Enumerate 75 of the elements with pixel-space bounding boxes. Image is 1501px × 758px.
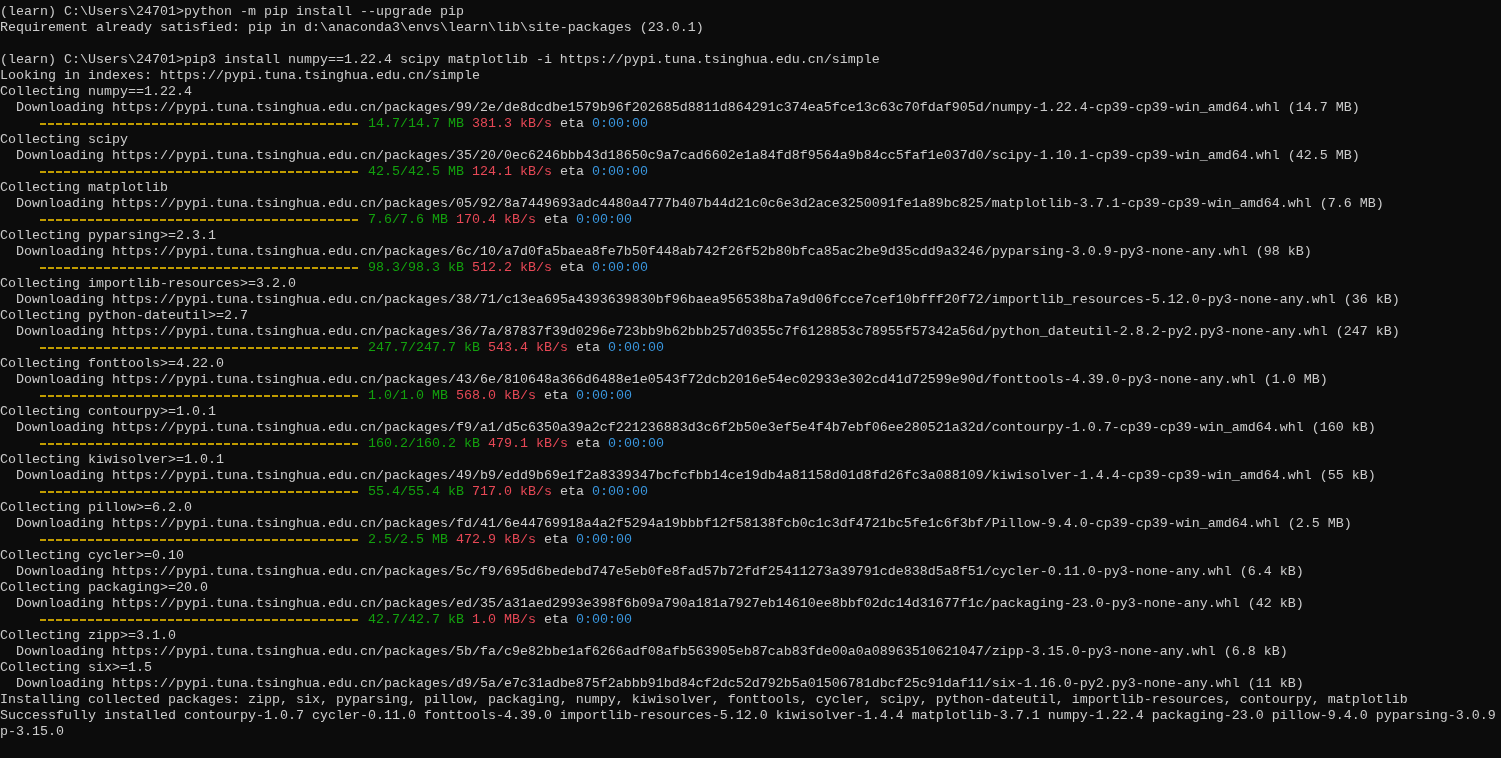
terminal-line: Downloading https://pypi.tuna.tsinghua.edu.cn/packages/99/2e/de8dcdbe1579b96f202685d8811d864291c374ea5fce13c63c70fdaf905d/numpy-1.22.4-cp39-cp39-win_amd64.whl (14.7 MB) [16, 100, 1360, 116]
eta-time: 0:00:00 [591, 116, 648, 132]
download-speed: 568.0 kB/s [456, 388, 536, 404]
terminal-line: Downloading https://pypi.tuna.tsinghua.edu.cn/packages/38/71/c13ea695a4393639830bf96baea956538ba7a9d06fcce7cef10bfff20f72/importlib_resources-5.12.0-py3-none-any.whl (36 kB) [16, 292, 1400, 308]
eta-label: eta [544, 612, 568, 628]
terminal-line: Looking in indexes: https://pypi.tuna.tsinghua.edu.cn/simple [0, 68, 480, 84]
download-size: 42.7/42.7 kB [368, 612, 464, 628]
eta-label: eta [543, 388, 568, 404]
eta-label: eta [559, 484, 584, 500]
eta-label: eta [559, 164, 584, 180]
terminal-line: Collecting matplotlib [0, 180, 168, 196]
terminal-line: Downloading https://pypi.tuna.tsinghua.edu.cn/packages/ed/35/a31aed2993e398f6b09a790a181a7927eb14610ee8bbf02dc14d31677f1c/packaging-23.0-py3-none-any.whl (42 kB) [16, 596, 1304, 612]
eta-time: 0:00:00 [607, 436, 664, 452]
terminal-line: Collecting six>=1.5 [0, 660, 152, 676]
eta-time: 0:00:00 [591, 484, 648, 500]
terminal-line: Collecting packaging>=20.0 [0, 580, 208, 596]
terminal-line: Collecting importlib-resources>=3.2.0 [0, 276, 296, 292]
terminal-line: Collecting scipy [0, 132, 128, 148]
download-size: 98.3/98.3 kB [368, 260, 464, 276]
download-size: 247.7/247.7 kB [368, 340, 480, 356]
terminal-line: Downloading https://pypi.tuna.tsinghua.edu.cn/packages/43/6e/810648a366d6488e1e0543f72dcb2016e54ec02933e302cd41d72599e90d/fonttools-4.39.0-py3-none-any.whl (1.0 MB) [16, 372, 1328, 388]
terminal-line: Collecting numpy==1.22.4 [0, 84, 192, 100]
download-size: 160.2/160.2 kB [368, 436, 480, 452]
terminal-line: Downloading https://pypi.tuna.tsinghua.edu.cn/packages/35/20/0ec6246bbb43d18650c9a7cad6602e1a84fd8f9564a9b84cc5faf1e037d0/scipy-1.10.1-cp39-cp39-win_amd64.whl (42.5 MB) [16, 148, 1360, 164]
eta-time: 0:00:00 [575, 212, 632, 228]
download-size: 14.7/14.7 MB [368, 116, 464, 132]
eta-time: 0:00:00 [576, 612, 632, 628]
terminal-line: Collecting zipp>=3.1.0 [0, 628, 176, 644]
terminal-line: Collecting fonttools>=4.22.0 [0, 356, 224, 372]
eta-time: 0:00:00 [591, 164, 648, 180]
eta-label: eta [559, 260, 584, 276]
terminal-line: Requirement already satisfied: pip in d:\anaconda3\envs\learn\lib\site-packages (23.0.1) [0, 20, 704, 36]
terminal-line: Collecting cycler>=0.10 [0, 548, 184, 564]
download-speed: 512.2 kB/s [472, 260, 552, 276]
terminal-line: Downloading https://pypi.tuna.tsinghua.edu.cn/packages/d9/5a/e7c31adbe875f2abbb91bd84cf2dc52d792b5a01506781dbcf25c91daf11/six-1.16.0-py2.py3-none-any.whl (11 kB) [16, 676, 1304, 692]
terminal-line: Downloading https://pypi.tuna.tsinghua.edu.cn/packages/6c/10/a7d0fa5baea8fe7b50f448ab742f26f52b80bfca85ac2be9d35cdd9a3246/pyparsing-3.0.9-py3-none-any.whl (98 kB) [16, 244, 1312, 260]
terminal-line: Downloading https://pypi.tuna.tsinghua.edu.cn/packages/fd/41/6e44769918a4a2f5294a19bbbf12f58138fcb0c1c3df4721bc5fe1c6f3bf/Pillow-9.4.0-cp39-cp39-win_amd64.whl (2.5 MB) [16, 516, 1352, 532]
terminal-line: Collecting python-dateutil>=2.7 [0, 308, 248, 324]
download-size: 7.6/7.6 MB [368, 212, 448, 228]
terminal-line: p-3.15.0 [0, 724, 64, 740]
terminal-line: Collecting contourpy>=1.0.1 [0, 404, 216, 420]
terminal-line: Downloading https://pypi.tuna.tsinghua.edu.cn/packages/5c/f9/695d6bedebd747e5eb0fe8fad57b72fdf25411273a39791cde838d5a8f51/cycler-0.11.0-py3-none-any.whl (6.4 kB) [16, 564, 1304, 580]
terminal-line: Installing collected packages: zipp, six, pyparsing, pillow, packaging, numpy, kiwisolver, fonttools, cycler, scipy, python-dateutil, importlib-resources, contourpy, matplotlib [0, 692, 1408, 708]
terminal-line: Downloading https://pypi.tuna.tsinghua.edu.cn/packages/05/92/8a7449693adc4480a4777b407b44d21c0c6e3d2ace3250091fe1a89bc825/matplotlib-3.7.1-cp39-cp39-win_amd64.whl (7.6 MB) [16, 196, 1384, 212]
download-speed: 717.0 kB/s [472, 484, 552, 500]
eta-time: 0:00:00 [607, 340, 664, 356]
terminal-line: (learn) C:\Users\24701>python -m pip install --upgrade pip [0, 4, 464, 20]
download-speed: 170.4 kB/s [456, 212, 536, 228]
download-speed: 472.9 kB/s [456, 532, 536, 548]
terminal-line: Downloading https://pypi.tuna.tsinghua.edu.cn/packages/36/7a/87837f39d0296e723bb9b62bbb257d0355c7f6128853c78955f57342a56d/python_dateutil-2.8.2-py2.py3-none-any.whl (247 kB) [16, 324, 1400, 340]
download-size: 2.5/2.5 MB [368, 532, 448, 548]
terminal-line: Collecting pyparsing>=2.3.1 [0, 228, 216, 244]
download-speed: 381.3 kB/s [472, 116, 552, 132]
eta-time: 0:00:00 [591, 260, 648, 276]
eta-label: eta [559, 116, 584, 132]
terminal-line: Collecting kiwisolver>=1.0.1 [0, 452, 224, 468]
terminal-line: Downloading https://pypi.tuna.tsinghua.edu.cn/packages/f9/a1/d5c6350a39a2cf221236883d3c6f2b50e3ef5e4f4b7ebf06ee280521a32d/contourpy-1.0.7-cp39-cp39-win_amd64.whl (160 kB) [16, 420, 1376, 436]
terminal-line: (learn) C:\Users\24701>pip3 install numpy==1.22.4 scipy matplotlib -i https://pypi.tuna.tsinghua.edu.cn/simple [0, 52, 880, 68]
download-speed: 479.1 kB/s [488, 436, 568, 452]
download-speed: 1.0 MB/s [472, 612, 536, 628]
eta-label: eta [543, 212, 568, 228]
eta-label: eta [575, 340, 600, 356]
download-speed: 543.4 kB/s [488, 340, 568, 356]
terminal-line: Successfully installed contourpy-1.0.7 cycler-0.11.0 fonttools-4.39.0 importlib-resources-5.12.0 kiwisolver-1.4.4 matplotlib-3.7.1 numpy-1.22.4 packaging-23.0 pillow-9.4.0 pyparsing-3.0.9 [0, 708, 1496, 724]
eta-time: 0:00:00 [575, 388, 632, 404]
eta-time: 0:00:00 [575, 532, 632, 548]
terminal-line: Downloading https://pypi.tuna.tsinghua.edu.cn/packages/5b/fa/c9e82bbe1af6266adf08afb563905eb87cab83fde00a0a08963510621047/zipp-3.15.0-py3-none-any.whl (6.8 kB) [16, 644, 1288, 660]
terminal-line: Downloading https://pypi.tuna.tsinghua.edu.cn/packages/49/b9/edd9b69e1f2a8339347bcfcfbb14ce19db4a81158d01d8fd26fc3a088109/kiwisolver-1.4.4-cp39-cp39-win_amd64.whl (55 kB) [16, 468, 1376, 484]
eta-label: eta [575, 436, 600, 452]
download-size: 42.5/42.5 MB [368, 164, 464, 180]
download-size: 55.4/55.4 kB [368, 484, 464, 500]
download-size: 1.0/1.0 MB [368, 388, 448, 404]
download-speed: 124.1 kB/s [472, 164, 552, 180]
eta-label: eta [543, 532, 568, 548]
terminal-line: Collecting pillow>=6.2.0 [0, 500, 192, 516]
